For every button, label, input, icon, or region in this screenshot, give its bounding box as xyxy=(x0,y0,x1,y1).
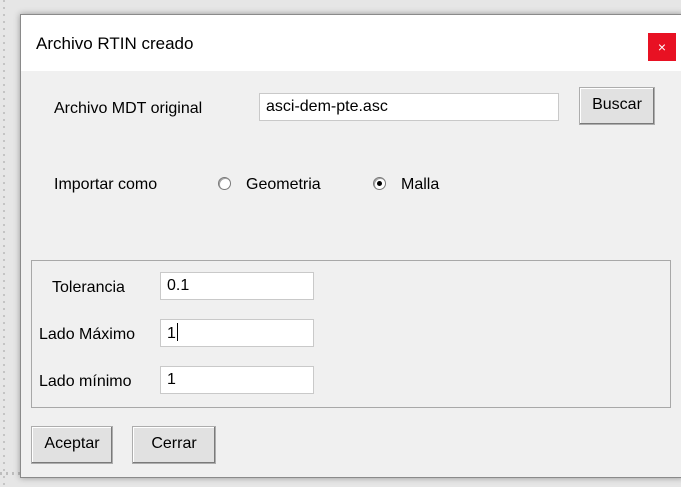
close-icon[interactable]: × xyxy=(648,33,676,61)
rtin-dialog: Archivo RTIN creado × Archivo MDT origin… xyxy=(20,14,681,478)
text-caret xyxy=(176,323,178,341)
max-side-input[interactable]: 1 xyxy=(160,319,314,347)
radio-geometria-label[interactable]: Geometria xyxy=(246,176,321,194)
tolerance-label: Tolerancia xyxy=(52,279,125,296)
import-as-label: Importar como xyxy=(54,176,158,193)
radio-malla-label[interactable]: Malla xyxy=(401,176,439,194)
max-side-label: Lado Máximo xyxy=(39,326,136,343)
min-side-label: Lado mínimo xyxy=(39,373,132,390)
tolerance-input[interactable]: 0.1 xyxy=(160,272,314,300)
browse-button[interactable]: Buscar xyxy=(579,87,655,125)
accept-button[interactable]: Aceptar xyxy=(31,426,113,464)
dialog-title: Archivo RTIN creado xyxy=(36,34,194,53)
close-button[interactable]: Cerrar xyxy=(132,426,216,464)
title-bar[interactable]: Archivo RTIN creado × xyxy=(21,15,681,71)
radio-geometria-circle[interactable] xyxy=(218,177,231,190)
file-path-input[interactable]: asci-dem-pte.asc xyxy=(259,93,559,121)
min-side-input[interactable]: 1 xyxy=(160,366,314,394)
radio-malla-circle[interactable] xyxy=(373,177,386,190)
max-side-value: 1 xyxy=(167,325,176,342)
file-label: Archivo MDT original xyxy=(54,100,203,117)
radio-selected-dot xyxy=(377,181,382,186)
